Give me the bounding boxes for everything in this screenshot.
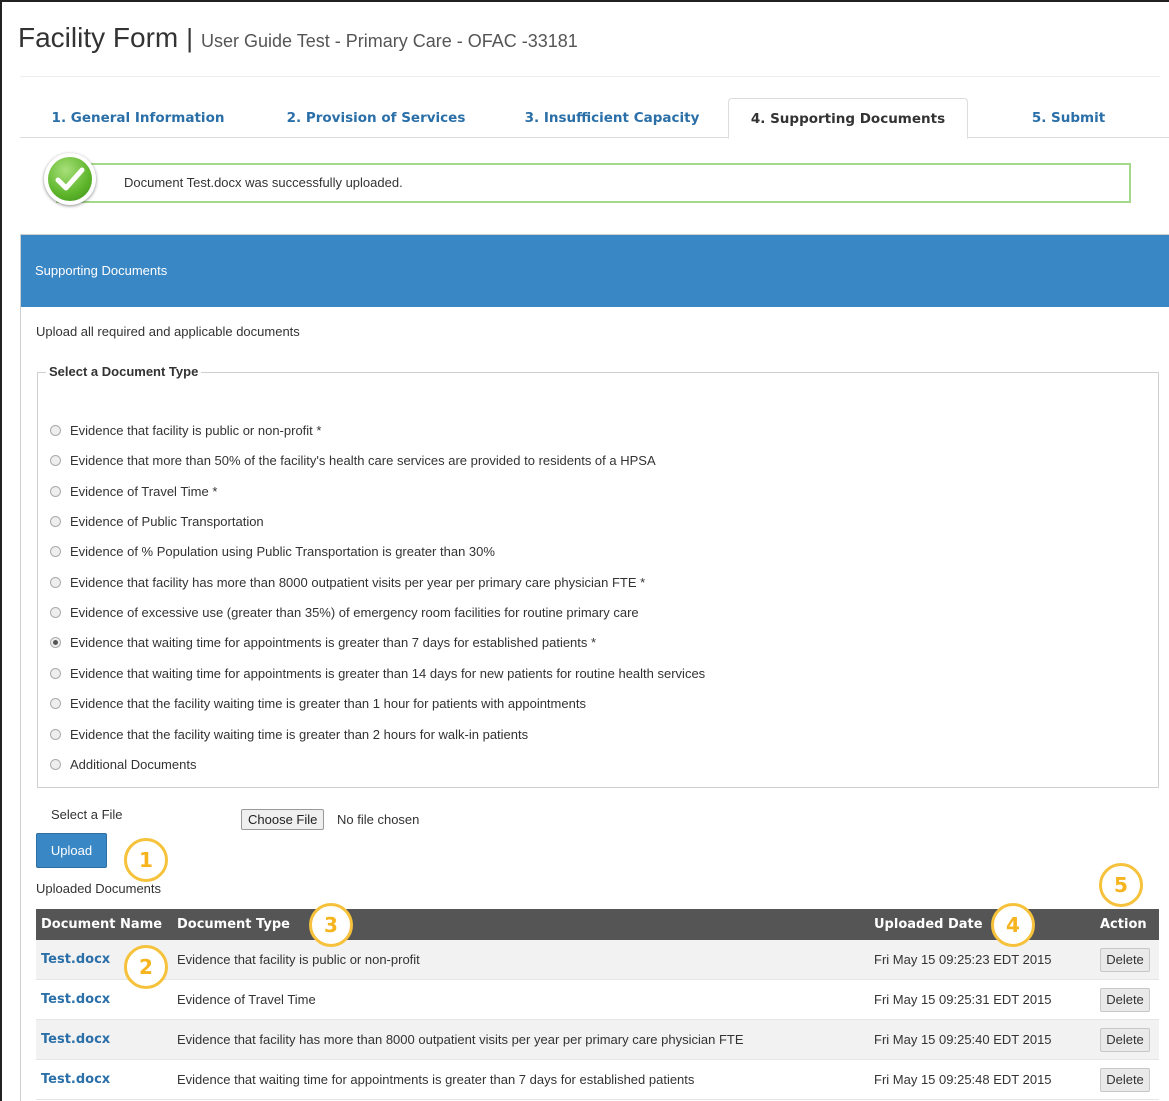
option-label: Evidence of Travel Time * [70, 483, 218, 499]
alert-message: Document Test.docx was successfully uplo… [124, 175, 403, 190]
column-header-date: Uploaded Date [874, 917, 983, 932]
uploaded-date-cell: Fri May 15 09:25:40 EDT 2015 [874, 1032, 1052, 1047]
delete-button[interactable]: Delete [1100, 948, 1150, 972]
panel-intro: Upload all required and applicable docum… [36, 324, 300, 339]
document-type-option[interactable]: Evidence that more than 50% of the facil… [50, 450, 656, 470]
option-label: Evidence that waiting time for appointme… [70, 665, 706, 681]
form-tabs: 1. General Information 2. Provision of S… [20, 98, 1169, 139]
uploaded-date-cell: Fri May 15 09:25:31 EDT 2015 [874, 992, 1052, 1007]
radio-button[interactable] [50, 576, 61, 588]
document-type-option[interactable]: Evidence that waiting time for appointme… [50, 632, 596, 652]
delete-button[interactable]: Delete [1100, 1068, 1150, 1092]
tab-supporting-documents[interactable]: 4. Supporting Documents [728, 98, 968, 139]
callout-badge: 5 [1099, 863, 1143, 907]
radio-button[interactable] [50, 454, 61, 466]
table-row: Test.docx Evidence that facility has mor… [36, 1020, 1159, 1060]
tab-general-information[interactable]: 1. General Information [20, 98, 256, 138]
table-row: Test.docx Evidence of Travel Time Fri Ma… [36, 980, 1159, 1020]
document-name-link[interactable]: Test.docx [41, 1072, 110, 1087]
document-type-option[interactable]: Evidence that the facility waiting time … [50, 693, 586, 713]
panel-heading: Supporting Documents [21, 235, 1169, 307]
option-label: Evidence that facility is public or non-… [70, 422, 322, 438]
upload-button[interactable]: Upload [36, 833, 107, 868]
tab-insufficient-capacity[interactable]: 3. Insufficient Capacity [496, 98, 728, 138]
uploaded-date-cell: Fri May 15 09:25:48 EDT 2015 [874, 1072, 1052, 1087]
uploaded-documents-title: Uploaded Documents [36, 881, 162, 896]
column-header-action: Action [1100, 917, 1147, 932]
document-type-option[interactable]: Evidence that facility is public or non-… [50, 420, 321, 440]
document-type-option[interactable]: Additional Documents [50, 754, 196, 774]
document-type-option[interactable]: Evidence that facility has more than 800… [50, 572, 645, 592]
callout-badge: 4 [991, 903, 1035, 947]
column-header-name: Document Name [41, 917, 163, 932]
select-file-label: Select a File [51, 807, 123, 822]
callout-badge: 1 [124, 838, 168, 882]
document-type-legend: Select a Document Type [46, 364, 202, 379]
page-title: Facility Form [18, 22, 179, 53]
radio-button[interactable] [50, 667, 61, 679]
document-type-option[interactable]: Evidence that waiting time for appointme… [50, 663, 705, 683]
document-type-option[interactable]: Evidence of % Population using Public Tr… [50, 541, 495, 561]
delete-button[interactable]: Delete [1100, 1028, 1150, 1052]
panel-heading-text: Supporting Documents [35, 263, 168, 278]
option-label: Evidence that the facility waiting time … [70, 726, 529, 742]
table-row: Test.docx Evidence that facility is publ… [36, 940, 1159, 980]
choose-file-button[interactable]: Choose File [241, 809, 325, 830]
document-type-option[interactable]: Evidence that the facility waiting time … [50, 724, 528, 744]
document-type-fieldset: Select a Document Type Evidence that fac… [37, 364, 1159, 788]
success-alert: Document Test.docx was successfully uplo… [56, 163, 1131, 203]
radio-button[interactable] [50, 545, 61, 557]
document-name-link[interactable]: Test.docx [41, 952, 110, 967]
uploaded-date-cell: Fri May 15 09:25:23 EDT 2015 [874, 952, 1052, 967]
document-type-option[interactable]: Evidence of Public Transportation [50, 511, 264, 531]
document-type-cell: Evidence of Travel Time [177, 992, 316, 1007]
page-subtitle: User Guide Test - Primary Care - OFAC -3… [201, 31, 578, 51]
document-type-option[interactable]: Evidence of Travel Time * [50, 481, 217, 501]
option-label: Evidence that facility has more than 800… [70, 574, 646, 590]
callout-badge: 2 [124, 945, 168, 989]
radio-button[interactable] [50, 697, 61, 709]
header-divider [20, 76, 1160, 77]
radio-button[interactable] [50, 758, 61, 770]
supporting-documents-panel: Supporting Documents Upload all required… [20, 234, 1169, 1101]
option-label: Additional Documents [70, 756, 197, 772]
radio-button[interactable] [50, 728, 61, 740]
document-name-link[interactable]: Test.docx [41, 1032, 110, 1047]
radio-button[interactable] [50, 515, 61, 527]
delete-button[interactable]: Delete [1100, 988, 1150, 1012]
document-name-link[interactable]: Test.docx [41, 992, 110, 1007]
document-type-cell: Evidence that facility has more than 800… [177, 1032, 744, 1047]
document-type-cell: Evidence that facility is public or non-… [177, 952, 420, 967]
option-label: Evidence that more than 50% of the facil… [70, 452, 656, 468]
radio-button[interactable] [50, 424, 61, 436]
callout-badge: 3 [309, 903, 353, 947]
document-type-cell: Evidence that waiting time for appointme… [177, 1072, 695, 1087]
check-circle-icon [44, 153, 96, 205]
tab-submit[interactable]: 5. Submit [968, 98, 1169, 138]
option-label: Evidence of excessive use (greater than … [70, 604, 639, 620]
file-status: No file chosen [337, 812, 420, 827]
table-row: Test.docx Evidence that waiting time for… [36, 1060, 1159, 1100]
option-label: Evidence of % Population using Public Tr… [70, 543, 495, 559]
radio-button[interactable] [50, 636, 61, 648]
option-label: Evidence of Public Transportation [70, 513, 264, 529]
radio-button[interactable] [50, 485, 61, 497]
document-type-option[interactable]: Evidence of excessive use (greater than … [50, 602, 639, 622]
option-label: Evidence that waiting time for appointme… [70, 634, 597, 650]
radio-button[interactable] [50, 606, 61, 618]
option-label: Evidence that the facility waiting time … [70, 695, 586, 711]
title-separator: | [186, 23, 193, 53]
page-header: Facility Form | User Guide Test - Primar… [18, 22, 578, 62]
tab-provision-of-services[interactable]: 2. Provision of Services [256, 98, 496, 138]
column-header-type: Document Type [177, 917, 290, 932]
